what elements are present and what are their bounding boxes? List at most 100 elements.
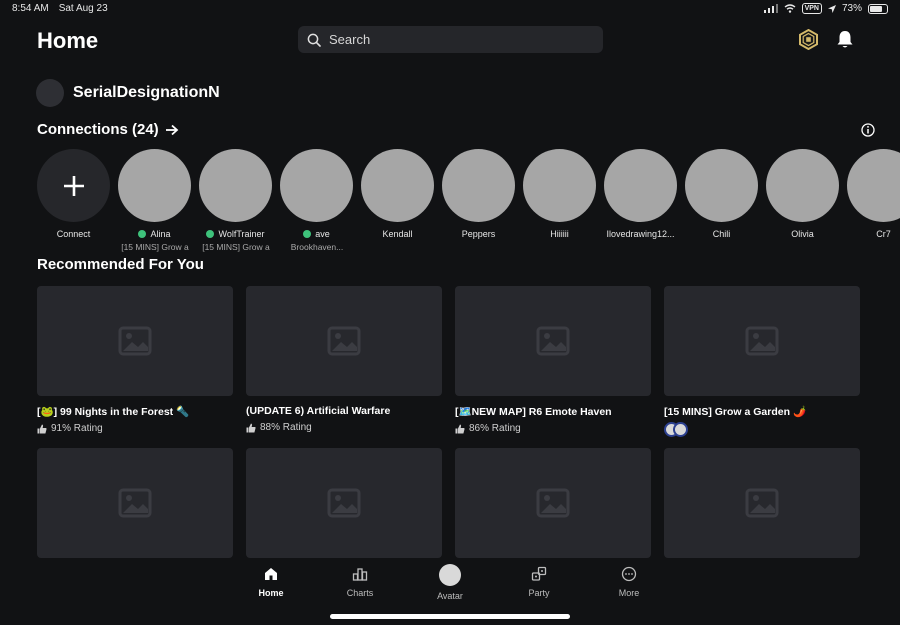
nav-charts[interactable]: Charts [330,566,390,598]
friend-name: Cr7 [876,229,891,239]
game-card[interactable] [664,448,860,558]
online-status-icon [138,230,147,238]
nav-more[interactable]: More [599,566,659,598]
friend-name-row: ave [280,229,353,239]
friend-avatar[interactable] [280,149,353,222]
rating-value: 88% Rating [260,422,312,433]
nav-avatar[interactable]: Avatar [420,564,480,601]
friend-name: Alina [150,229,171,239]
avatar[interactable] [36,79,64,107]
online-status-icon [206,230,215,238]
friend-item[interactable]: WolfTrainer [15 MINS] Grow a [199,149,272,252]
game-card[interactable]: [🐸] 99 Nights in the Forest 🔦 91% Rating [37,286,233,434]
friend-name-row: Ilovedrawing12... [604,229,677,239]
profile-row[interactable]: SerialDesignationN [36,79,220,107]
friend-avatar[interactable] [118,149,191,222]
page-title: Home [37,28,99,53]
nav-label-more: More [618,588,640,598]
section-title-recommended: Recommended For You [37,256,204,273]
game-title: (UPDATE 6) Artificial Warfare [246,405,391,417]
friend-avatar[interactable] [847,149,900,222]
game-card[interactable] [455,448,651,558]
arrow-right-icon [165,124,179,135]
friend-item[interactable]: Kendall [361,149,434,239]
robux-icon[interactable] [798,29,819,50]
friend-item[interactable]: Alina [15 MINS] Grow a [118,149,191,252]
status-time: 8:54 AM [12,3,49,14]
friend-item[interactable]: Peppers [442,149,515,239]
friend-avatar[interactable] [523,149,596,222]
game-thumbnail[interactable] [37,448,233,558]
friend-name: WolfTrainer [218,229,265,239]
game-card[interactable] [246,448,442,558]
party-icon [531,566,547,581]
nav-label-home: Home [258,588,284,598]
friend-avatar[interactable] [199,149,272,222]
friend-item[interactable]: Hiiiiii [523,149,596,239]
game-thumbnail[interactable] [455,286,651,396]
friend-presence: [15 MINS] Grow a [202,242,270,252]
username[interactable]: SerialDesignationN [73,84,220,102]
game-thumbnail[interactable] [246,448,442,558]
friend-name-row: Peppers [442,229,515,239]
friend-name-row: WolfTrainer [199,229,272,239]
plus-icon [63,175,84,196]
friend-item[interactable]: ave Brookhaven... [280,149,353,252]
game-thumbnail[interactable] [664,448,860,558]
friend-name-row: Kendall [361,229,434,239]
game-card[interactable] [37,448,233,558]
charts-icon [352,568,368,581]
game-card[interactable]: (UPDATE 6) Artificial Warfare 88% Rating [246,286,442,433]
game-card[interactable]: [🗺️NEW MAP] R6 Emote Haven 86% Rating [455,286,651,434]
search-input[interactable]: Search [298,26,603,53]
connect-button[interactable]: Connect [37,149,110,239]
friend-item[interactable]: Chili [685,149,758,239]
connections-title: Connections (24) [37,121,159,138]
friend-name-row: Chili [685,229,758,239]
game-thumbnail[interactable] [664,286,860,396]
friend-name: Peppers [461,229,496,239]
friend-avatar[interactable] [766,149,839,222]
friend-playing-avatar [673,422,688,437]
rating-value: 91% Rating [51,423,103,434]
friend-item[interactable]: Olivia [766,149,839,239]
friend-avatar[interactable] [442,149,515,222]
friend-avatar[interactable] [685,149,758,222]
friend-name: ave [315,229,330,239]
friend-presence: [15 MINS] Grow a [121,242,189,252]
image-placeholder-icon [745,488,779,518]
nav-label-party: Party [528,588,550,598]
game-thumbnail[interactable] [37,286,233,396]
location-icon [827,4,836,13]
connections-carousel[interactable]: Connect Alina [15 MINS] Grow a WolfTrainer… [37,149,900,259]
game-thumbnail[interactable] [246,286,442,396]
battery-percent: 73% [841,3,862,14]
info-icon[interactable] [861,123,875,137]
friend-presence: Brookhaven... [290,242,344,252]
game-title: [15 MINS] Grow a Garden 🌶️ [664,406,807,418]
game-card[interactable]: [15 MINS] Grow a Garden 🌶️ [664,286,860,437]
signal-icon [763,4,778,13]
game-rating: 86% Rating [455,423,651,434]
friend-name: Chili [712,229,731,239]
friend-item[interactable]: Cr7 [847,149,900,239]
bell-icon[interactable] [835,29,855,50]
friend-name: Kendall [382,229,413,239]
thumbs-up-icon [246,423,256,432]
connect-circle[interactable] [37,149,110,222]
thumbs-up-icon [37,424,47,433]
nav-party[interactable]: Party [509,566,569,598]
game-thumbnail[interactable] [455,448,651,558]
connections-link[interactable]: Connections (24) [37,121,179,138]
nav-label-avatar: Avatar [437,591,463,601]
friend-item[interactable]: Ilovedrawing12... [604,149,677,239]
home-indicator[interactable] [330,614,570,619]
avatar-icon [439,564,461,586]
friend-name-row: Olivia [766,229,839,239]
friend-avatar[interactable] [361,149,434,222]
search-placeholder: Search [329,32,371,47]
friend-avatar[interactable] [604,149,677,222]
nav-home[interactable]: Home [241,566,301,598]
nav-label-charts: Charts [346,588,374,598]
image-placeholder-icon [327,326,361,356]
